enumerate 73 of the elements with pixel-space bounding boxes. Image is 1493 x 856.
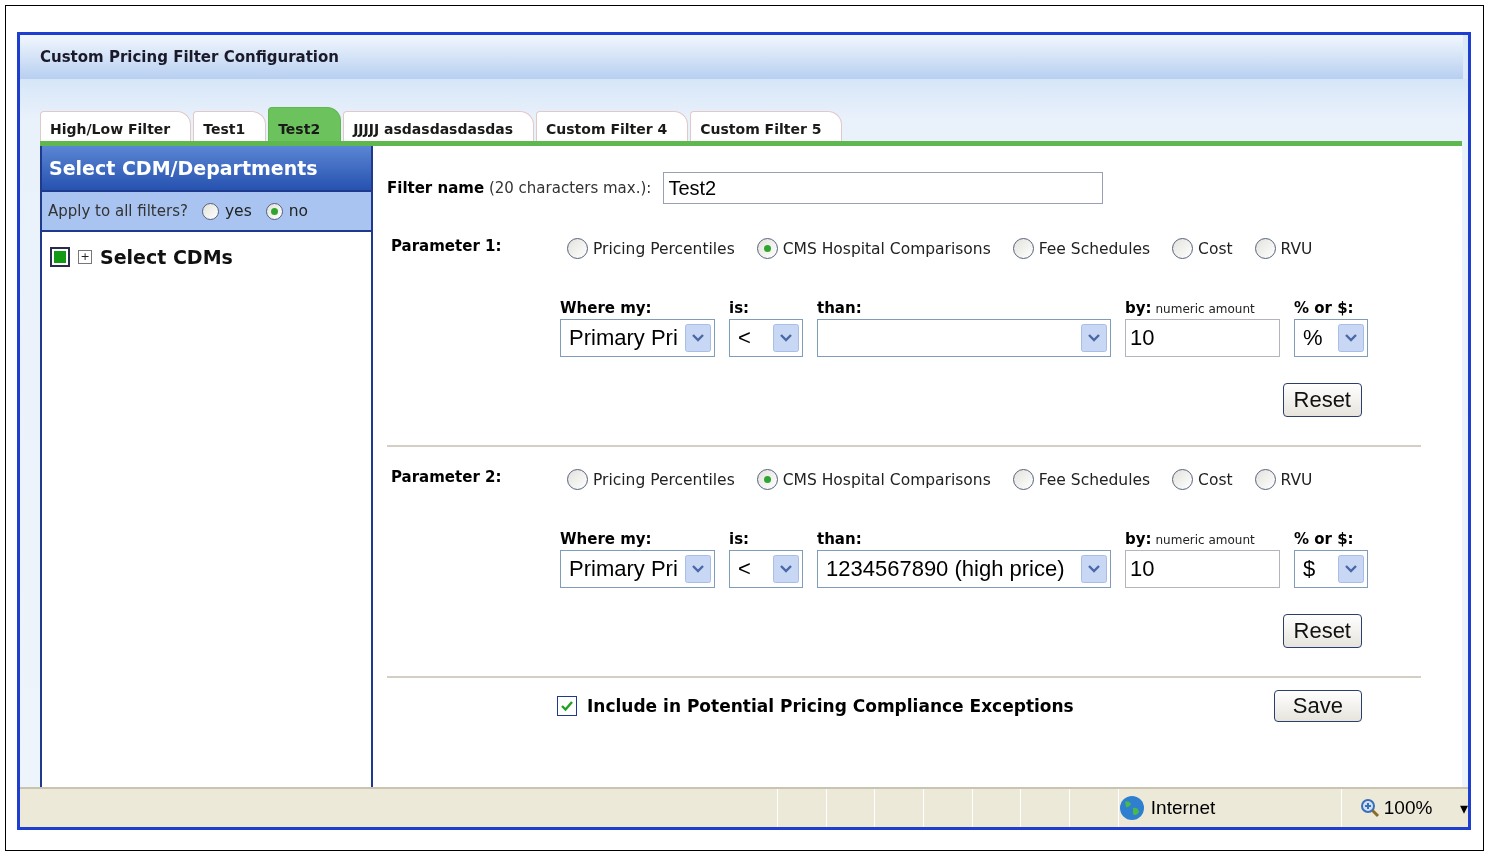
- option-label: yes: [224, 202, 252, 220]
- field-label: than:: [817, 299, 862, 317]
- checkbox[interactable]: [557, 696, 577, 716]
- tree-checkbox[interactable]: [50, 247, 70, 267]
- option-label: Pricing Percentiles: [593, 470, 735, 489]
- option-label: Pricing Percentiles: [593, 239, 735, 258]
- option-label: Fee Schedules: [1038, 239, 1151, 258]
- option-label: RVU: [1280, 470, 1313, 489]
- tab[interactable]: High/Low Filter: [40, 111, 192, 141]
- radio-button[interactable]: [567, 238, 588, 259]
- option-label: Cost: [1198, 470, 1233, 489]
- option-label: RVU: [1280, 239, 1313, 258]
- parameter-label: Parameter 2:: [390, 467, 503, 486]
- field-hint: numeric amount: [1155, 302, 1255, 316]
- tab[interactable]: Test2: [268, 107, 342, 141]
- dropdown[interactable]: Primary Pri: [560, 550, 715, 588]
- radio-button[interactable]: [1012, 469, 1034, 490]
- radio-button[interactable]: [756, 469, 778, 490]
- radio-button[interactable]: [1172, 469, 1194, 490]
- tab[interactable]: Test1: [193, 111, 267, 141]
- check-icon: [560, 699, 574, 713]
- reset-button[interactable]: Reset: [1282, 383, 1362, 417]
- dropdown[interactable]: <: [729, 550, 803, 588]
- field-label: by:: [1125, 299, 1152, 317]
- radio-button[interactable]: [1254, 238, 1276, 259]
- field-label: Where my:: [560, 299, 652, 317]
- amount-field[interactable]: 10: [1125, 319, 1280, 357]
- radio-button[interactable]: [567, 469, 588, 490]
- dropdown[interactable]: [817, 319, 1111, 357]
- dropdown[interactable]: Primary Pri: [560, 319, 715, 357]
- radio-button[interactable]: [265, 202, 283, 220]
- tree-item[interactable]: Select CDMs: [100, 246, 233, 268]
- filter-name-label: Filter name (20 characters max.):: [387, 179, 652, 197]
- option-label: no: [288, 202, 309, 220]
- field-label: than:: [817, 530, 862, 548]
- reset-button[interactable]: Reset: [1282, 614, 1362, 648]
- checkbox-label: Include in Potential Pricing Compliance Exceptions: [587, 696, 1075, 716]
- radio-button[interactable]: [1172, 238, 1194, 259]
- field-label: by:: [1125, 530, 1152, 548]
- tab[interactable]: Custom Filter 4: [536, 111, 689, 141]
- zoom-icon: [1359, 798, 1380, 818]
- radio-button[interactable]: [201, 202, 219, 220]
- option-label: Fee Schedules: [1038, 470, 1151, 489]
- caret-icon[interactable]: ▾: [1460, 798, 1468, 818]
- globe-icon: [1118, 795, 1145, 821]
- field-label: % or $:: [1294, 530, 1354, 548]
- field-label: Where my:: [560, 530, 652, 548]
- radio-button[interactable]: [1254, 469, 1276, 490]
- amount-field[interactable]: 10: [1125, 550, 1280, 588]
- tab[interactable]: JJJJJ asdasdasdasdas: [343, 111, 535, 141]
- apply-label: Apply to all filters?: [48, 202, 188, 220]
- dropdown[interactable]: <: [729, 319, 803, 357]
- option-label: Cost: [1198, 239, 1233, 258]
- filter-name-field[interactable]: Test2: [663, 172, 1104, 204]
- radio-button[interactable]: [756, 238, 778, 259]
- field-label: is:: [729, 299, 750, 317]
- window-title: Custom Pricing Filter Configuration: [40, 48, 339, 66]
- parameter-label: Parameter 1:: [390, 236, 503, 255]
- dropdown[interactable]: 1234567890 (high price): [817, 550, 1111, 588]
- field-label: % or $:: [1294, 299, 1354, 317]
- zone-label: Internet: [1150, 797, 1216, 819]
- tab[interactable]: Custom Filter 5: [690, 111, 843, 141]
- sidebar-title: Select CDM/Departments: [49, 157, 318, 179]
- radio-button[interactable]: [1012, 238, 1034, 259]
- field-label: is:: [729, 530, 750, 548]
- option-label: CMS Hospital Comparisons: [782, 239, 991, 258]
- expand-toggle[interactable]: +: [78, 250, 92, 264]
- field-hint: numeric amount: [1155, 533, 1255, 547]
- dropdown[interactable]: %: [1294, 319, 1368, 357]
- dropdown[interactable]: $: [1294, 550, 1368, 588]
- save-button[interactable]: Save: [1273, 690, 1362, 722]
- option-label: CMS Hospital Comparisons: [782, 470, 991, 489]
- zoom-level[interactable]: 100%: [1383, 797, 1433, 819]
